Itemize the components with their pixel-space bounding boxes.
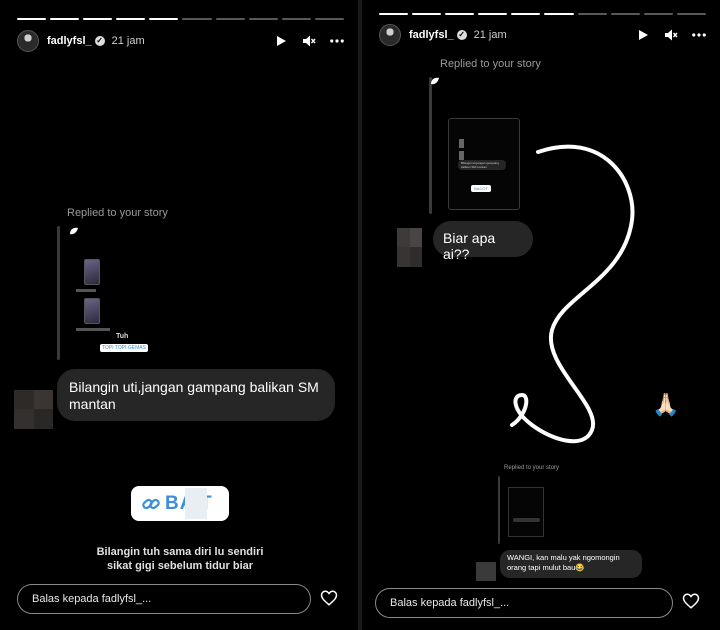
heart-icon[interactable] <box>320 589 338 607</box>
link-sticker[interactable]: BA T <box>131 486 229 521</box>
story-panel-right: fadlyfsl_ ✓ 21 jam Replied to your story… <box>362 0 720 630</box>
message-bubble: WANGI, kan malu yak ngomongin orang tapi… <box>500 550 642 578</box>
avatar-blurred <box>476 562 496 581</box>
timestamp: 21 jam <box>473 29 507 41</box>
username[interactable]: fadlyfsl_ <box>409 29 454 41</box>
replied-label: Replied to your story <box>67 207 168 219</box>
reply-quote-line <box>429 77 432 214</box>
replied-label: Replied to your story <box>504 465 560 471</box>
link-icon <box>142 498 160 509</box>
story-thumbnail <box>84 259 100 285</box>
timestamp: 21 jam <box>111 35 145 47</box>
story-caption: Bilangin tuh sama diri lu sendiri sikat … <box>96 546 264 572</box>
verified-badge-icon: ✓ <box>94 36 105 46</box>
mute-icon[interactable] <box>302 34 316 48</box>
story-panel-left: fadlyfsl_ ✓ 21 jam Replied to your story… <box>0 0 358 630</box>
username[interactable]: fadlyfsl_ <box>47 35 92 47</box>
replied-label: Replied to your story <box>440 58 541 70</box>
story-header: fadlyfsl_ ✓ 21 jam <box>17 30 344 52</box>
story-thumbnail <box>84 298 100 324</box>
story-thumbnail <box>508 487 544 537</box>
avatar[interactable] <box>17 30 39 52</box>
drawn-arrow <box>510 144 635 444</box>
avatar[interactable] <box>379 24 401 46</box>
more-icon[interactable] <box>692 28 706 42</box>
message-bubble: Bilangin uti,jangan gampang balikan SM m… <box>57 369 335 421</box>
play-icon[interactable] <box>274 34 288 48</box>
sticker-icon <box>431 77 439 85</box>
emoji-sticker: 🙏🏻 <box>652 392 680 417</box>
sticker-icon <box>70 227 78 235</box>
mute-icon[interactable] <box>664 28 678 42</box>
reply-input[interactable]: Balas kepada fadlyfsl_... <box>17 584 311 614</box>
reply-quote-line <box>498 476 500 544</box>
story-progress-bar <box>379 13 706 15</box>
reply-input[interactable]: Balas kepada fadlyfsl_... <box>375 588 673 618</box>
reply-quote-line <box>57 226 60 360</box>
play-icon[interactable] <box>636 28 650 42</box>
preview-sticker: TOPI TOPI GEMAS <box>100 344 148 352</box>
verified-badge-icon: ✓ <box>456 30 467 40</box>
more-icon[interactable] <box>330 34 344 48</box>
preview-caption: Tuh <box>116 333 129 340</box>
story-progress-bar <box>17 18 344 20</box>
heart-icon[interactable] <box>682 592 700 610</box>
story-header: fadlyfsl_ ✓ 21 jam <box>379 24 706 46</box>
censor-block <box>185 488 207 519</box>
